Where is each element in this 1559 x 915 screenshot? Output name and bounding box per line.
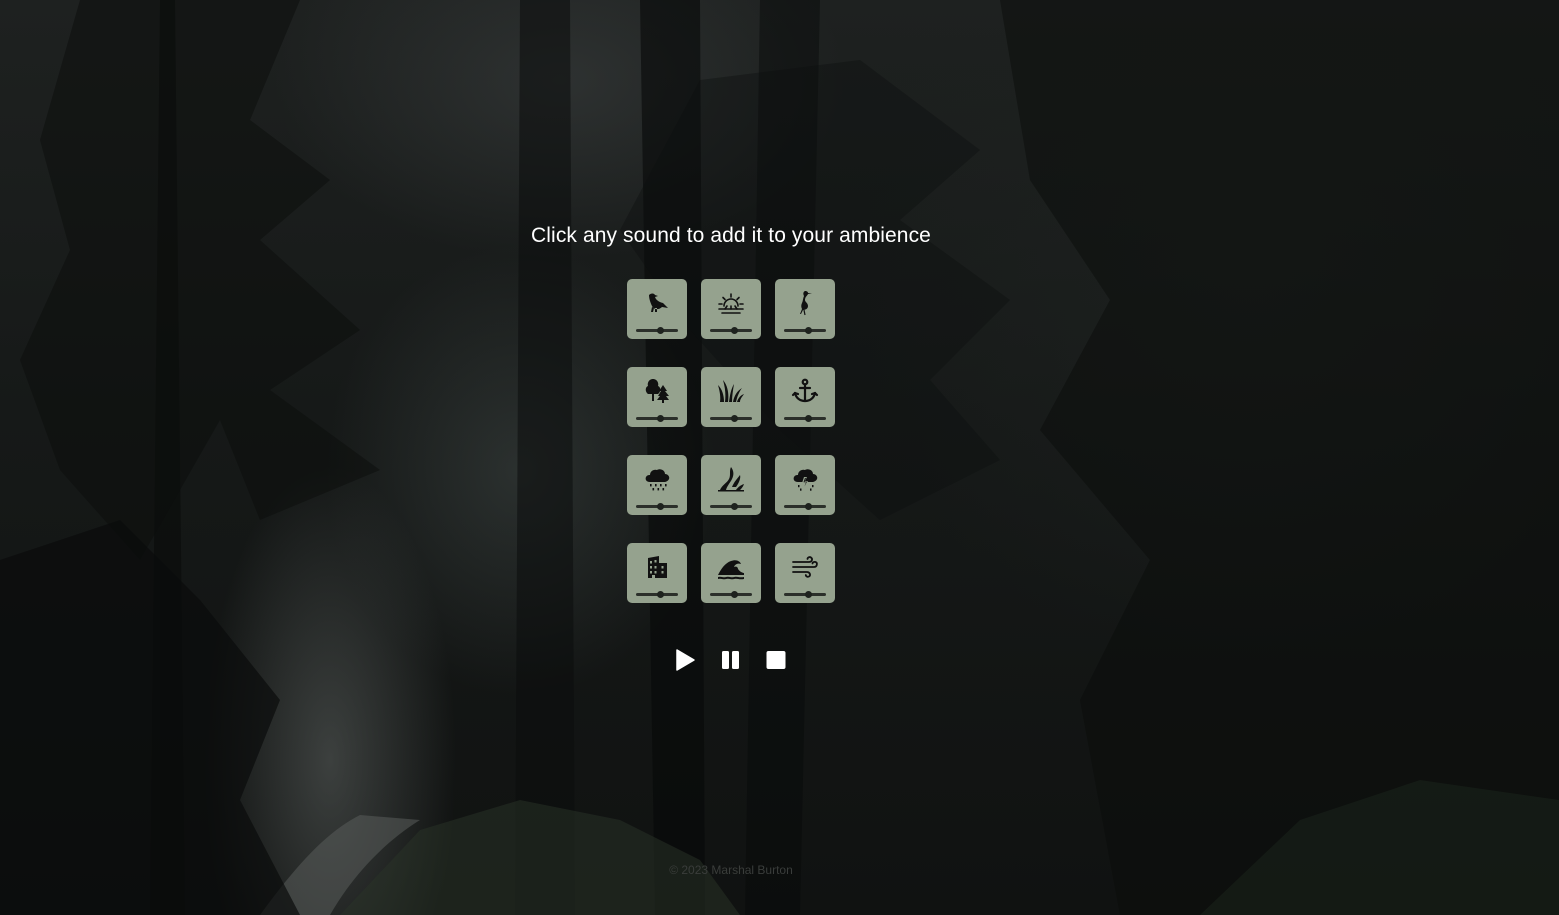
- volume-slider-thumb[interactable]: [730, 591, 738, 598]
- sound-tile-harbor[interactable]: [775, 367, 835, 427]
- sound-tile-wind[interactable]: [775, 543, 835, 603]
- sound-tile-thunderstorm[interactable]: [775, 455, 835, 515]
- stream-icon: [717, 465, 745, 493]
- volume-slider-thumb[interactable]: [656, 591, 664, 598]
- grass-icon: [717, 377, 745, 405]
- ocean-wave-icon: [717, 553, 745, 581]
- rain-cloud-icon: [643, 465, 671, 493]
- sound-tile-grass[interactable]: [701, 367, 761, 427]
- sunrise-icon: [717, 289, 745, 317]
- volume-slider-thumb[interactable]: [656, 503, 664, 510]
- instruction-heading: Click any sound to add it to your ambien…: [531, 224, 931, 247]
- copyright-footer: © 2023 Marshal Burton: [669, 863, 793, 877]
- volume-slider-thumb[interactable]: [804, 591, 812, 598]
- stop-button[interactable]: [765, 648, 787, 672]
- city-building-icon: [643, 553, 671, 581]
- trees-icon: [643, 377, 671, 405]
- stop-icon: [766, 651, 786, 669]
- wind-icon: [791, 553, 819, 581]
- sound-tile-heron[interactable]: [775, 279, 835, 339]
- sound-tile-bird[interactable]: [627, 279, 687, 339]
- thunderstorm-icon: [791, 465, 819, 493]
- volume-slider-thumb[interactable]: [656, 415, 664, 422]
- anchor-icon: [791, 377, 819, 405]
- sound-tile-ocean[interactable]: [701, 543, 761, 603]
- volume-slider-thumb[interactable]: [804, 503, 812, 510]
- sound-tile-sunrise[interactable]: [701, 279, 761, 339]
- sound-tile-city[interactable]: [627, 543, 687, 603]
- volume-slider-thumb[interactable]: [730, 415, 738, 422]
- volume-slider-thumb[interactable]: [730, 327, 738, 334]
- pause-button[interactable]: [720, 648, 742, 672]
- play-button[interactable]: [674, 648, 696, 672]
- sound-tile-forest[interactable]: [627, 367, 687, 427]
- play-icon: [676, 649, 695, 671]
- sound-tile-rain[interactable]: [627, 455, 687, 515]
- playback-controls: [674, 648, 788, 672]
- sound-grid: [627, 279, 835, 603]
- bird-icon: [643, 289, 671, 317]
- volume-slider-thumb[interactable]: [656, 327, 664, 334]
- volume-slider-thumb[interactable]: [730, 503, 738, 510]
- sound-tile-stream[interactable]: [701, 455, 761, 515]
- volume-slider-thumb[interactable]: [804, 415, 812, 422]
- pause-icon: [722, 651, 739, 669]
- heron-icon: [791, 289, 819, 317]
- volume-slider-thumb[interactable]: [804, 327, 812, 334]
